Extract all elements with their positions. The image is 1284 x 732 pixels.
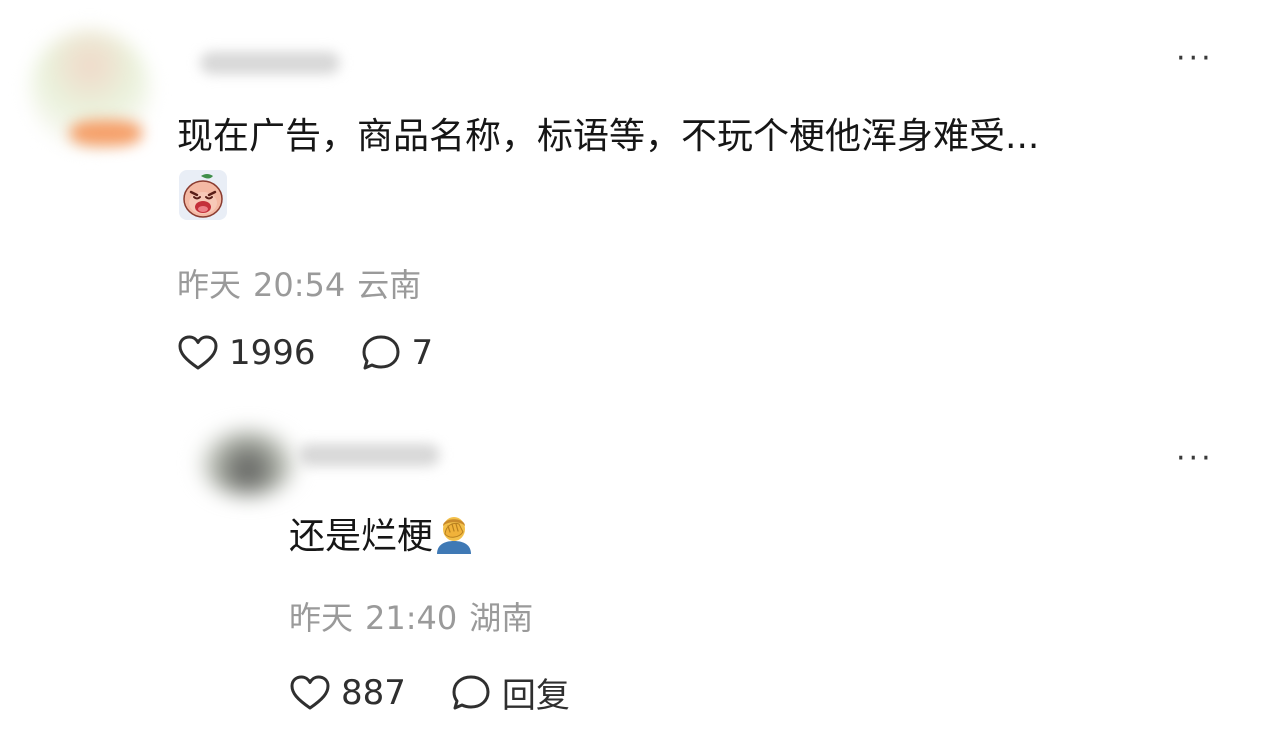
like-count: 887 xyxy=(341,672,406,713)
comment-meta: 昨天 20:54 云南 xyxy=(177,260,421,306)
reply-date: 昨天 xyxy=(289,599,354,637)
comment-date: 昨天 xyxy=(177,266,242,304)
reply-location: 湖南 xyxy=(469,599,534,637)
comment-time: 20:54 xyxy=(253,266,346,304)
man-facepalming-icon xyxy=(433,512,475,554)
username-blurred[interactable] xyxy=(298,444,440,466)
reply-count: 7 xyxy=(411,333,434,373)
crying-peach-face-icon xyxy=(179,170,227,220)
reply-text: 还是烂梗 xyxy=(289,516,434,557)
reply-count-button[interactable]: 7 xyxy=(360,333,434,373)
reply-actions: 887 回复 xyxy=(289,668,570,717)
more-options-button[interactable]: ··· xyxy=(1176,44,1214,74)
comment-actions: 1996 7 xyxy=(177,333,433,373)
reply-item: ··· 还是烂梗 昨天 21:40 湖南 887 回复 xyxy=(0,400,1284,732)
reply-label: 回复 xyxy=(501,676,570,716)
reply-meta: 昨天 21:40 湖南 xyxy=(289,593,533,639)
like-button[interactable]: 887 xyxy=(289,673,406,713)
reply-button[interactable]: 回复 xyxy=(450,668,570,717)
avatar-accent xyxy=(70,120,142,146)
like-count: 1996 xyxy=(229,333,316,373)
avatar[interactable] xyxy=(200,430,296,496)
comment-text: 现在广告，商品名称，标语等，不玩个梗他浑身难受... xyxy=(177,116,1040,157)
speech-bubble-icon xyxy=(360,333,402,373)
username-blurred[interactable] xyxy=(200,52,340,74)
comment-item: ··· 现在广告，商品名称，标语等，不玩个梗他浑身难受... 昨天 20:54 云南… xyxy=(0,0,1284,400)
like-button[interactable]: 1996 xyxy=(177,333,316,373)
heart-icon xyxy=(177,334,219,372)
speech-bubble-icon xyxy=(450,673,492,713)
reply-time: 21:40 xyxy=(365,599,458,637)
more-options-button[interactable]: ··· xyxy=(1176,444,1214,474)
comment-location: 云南 xyxy=(357,266,422,304)
reply-text-line: 还是烂梗 xyxy=(289,512,475,560)
heart-icon xyxy=(289,674,331,712)
